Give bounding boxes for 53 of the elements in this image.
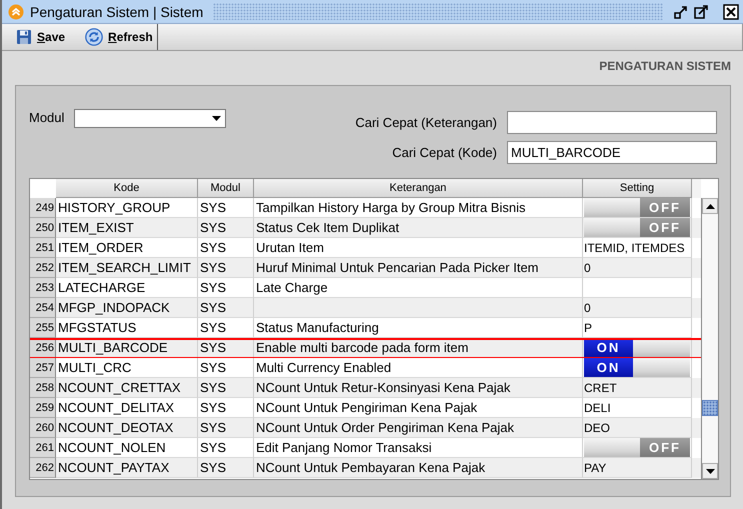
section-title: PENGATURAN SISTEM: [599, 59, 731, 73]
table-row[interactable]: 258 NCOUNT_CRETTAX SYS NCount Untuk Retur-Konsinyasi Kena Pajak CRET: [30, 378, 701, 398]
row-number: 261: [30, 438, 56, 458]
row-number: 250: [30, 218, 56, 238]
table-cell: PAY: [583, 458, 692, 478]
field-label: Cari Cepat (Kode): [392, 145, 497, 160]
table-cell: SYS: [198, 458, 254, 478]
table-cell: Status Manufacturing: [254, 318, 583, 338]
column-header[interactable]: Setting: [583, 179, 692, 198]
table-cell: P: [583, 318, 692, 338]
table-cell: MFGSTATUS: [56, 318, 198, 338]
column-header[interactable]: Modul: [198, 179, 254, 198]
row-number: 254: [30, 298, 56, 318]
row-number: 251: [30, 238, 56, 258]
row-number: 258: [30, 378, 56, 398]
table-row[interactable]: 252 ITEM_SEARCH_LIMIT SYS Huruf Minimal Untuk Pencarian Pada Picker Item 0: [30, 258, 701, 278]
row-number: 260: [30, 418, 56, 438]
table-row[interactable]: 256 MULTI_BARCODE SYS Enable multi barcode pada form item ON: [30, 338, 701, 358]
refresh-button[interactable]: Refresh: [75, 24, 158, 50]
scroll-up-icon[interactable]: [706, 204, 714, 208]
table-row[interactable]: 262 NCOUNT_PAYTAX SYS NCount Untuk Pembayaran Kena Pajak PAY: [30, 458, 701, 478]
row-number: 262: [30, 458, 56, 478]
table-cell: NCount Untuk Pembayaran Kena Pajak: [254, 458, 583, 478]
field-label: Modul: [29, 110, 64, 125]
maximize-icon[interactable]: [693, 4, 709, 20]
row-number: 257: [30, 358, 56, 378]
row-number: 259: [30, 398, 56, 418]
table-row[interactable]: 254 MFGP_INDOPACK SYS 0: [30, 298, 701, 318]
row-number: 253: [30, 278, 56, 298]
modul-dropdown[interactable]: [74, 109, 226, 128]
column-header[interactable]: Kode: [56, 179, 198, 198]
search-field[interactable]: MULTI_BARCODE: [507, 141, 717, 164]
table-cell: NCOUNT_PAYTAX: [56, 458, 198, 478]
table-row[interactable]: 250 ITEM_EXIST SYS Status Cek Item Duplikat OFF: [30, 218, 701, 238]
field-label: Cari Cepat (Keterangan): [355, 115, 497, 130]
row-number: 252: [30, 258, 56, 278]
refresh-icon: [85, 28, 104, 46]
window-title: Pengaturan Sistem | Sistem: [29, 4, 204, 20]
scrollbar[interactable]: [701, 198, 718, 479]
scroll-down-icon[interactable]: [706, 468, 714, 474]
scroll-thumb[interactable]: [702, 400, 718, 416]
search-field[interactable]: [507, 111, 717, 134]
caret-icon: [212, 116, 222, 122]
column-header[interactable]: Keterangan: [254, 179, 583, 198]
row-number: 255: [30, 318, 56, 338]
minimize-icon[interactable]: [673, 4, 689, 20]
row-number: 249: [30, 198, 56, 218]
save-button[interactable]: Save: [6, 24, 76, 50]
app-icon: [8, 4, 24, 20]
table-cell: SYS: [198, 318, 254, 338]
table-row[interactable]: 257 MULTI_CRC SYS Multi Currency Enabled ON: [30, 358, 701, 378]
close-icon[interactable]: [723, 4, 739, 20]
table-row[interactable]: 260 NCOUNT_DEOTAX SYS NCount Untuk Order Pengiriman Kena Pajak DEO: [30, 418, 701, 438]
